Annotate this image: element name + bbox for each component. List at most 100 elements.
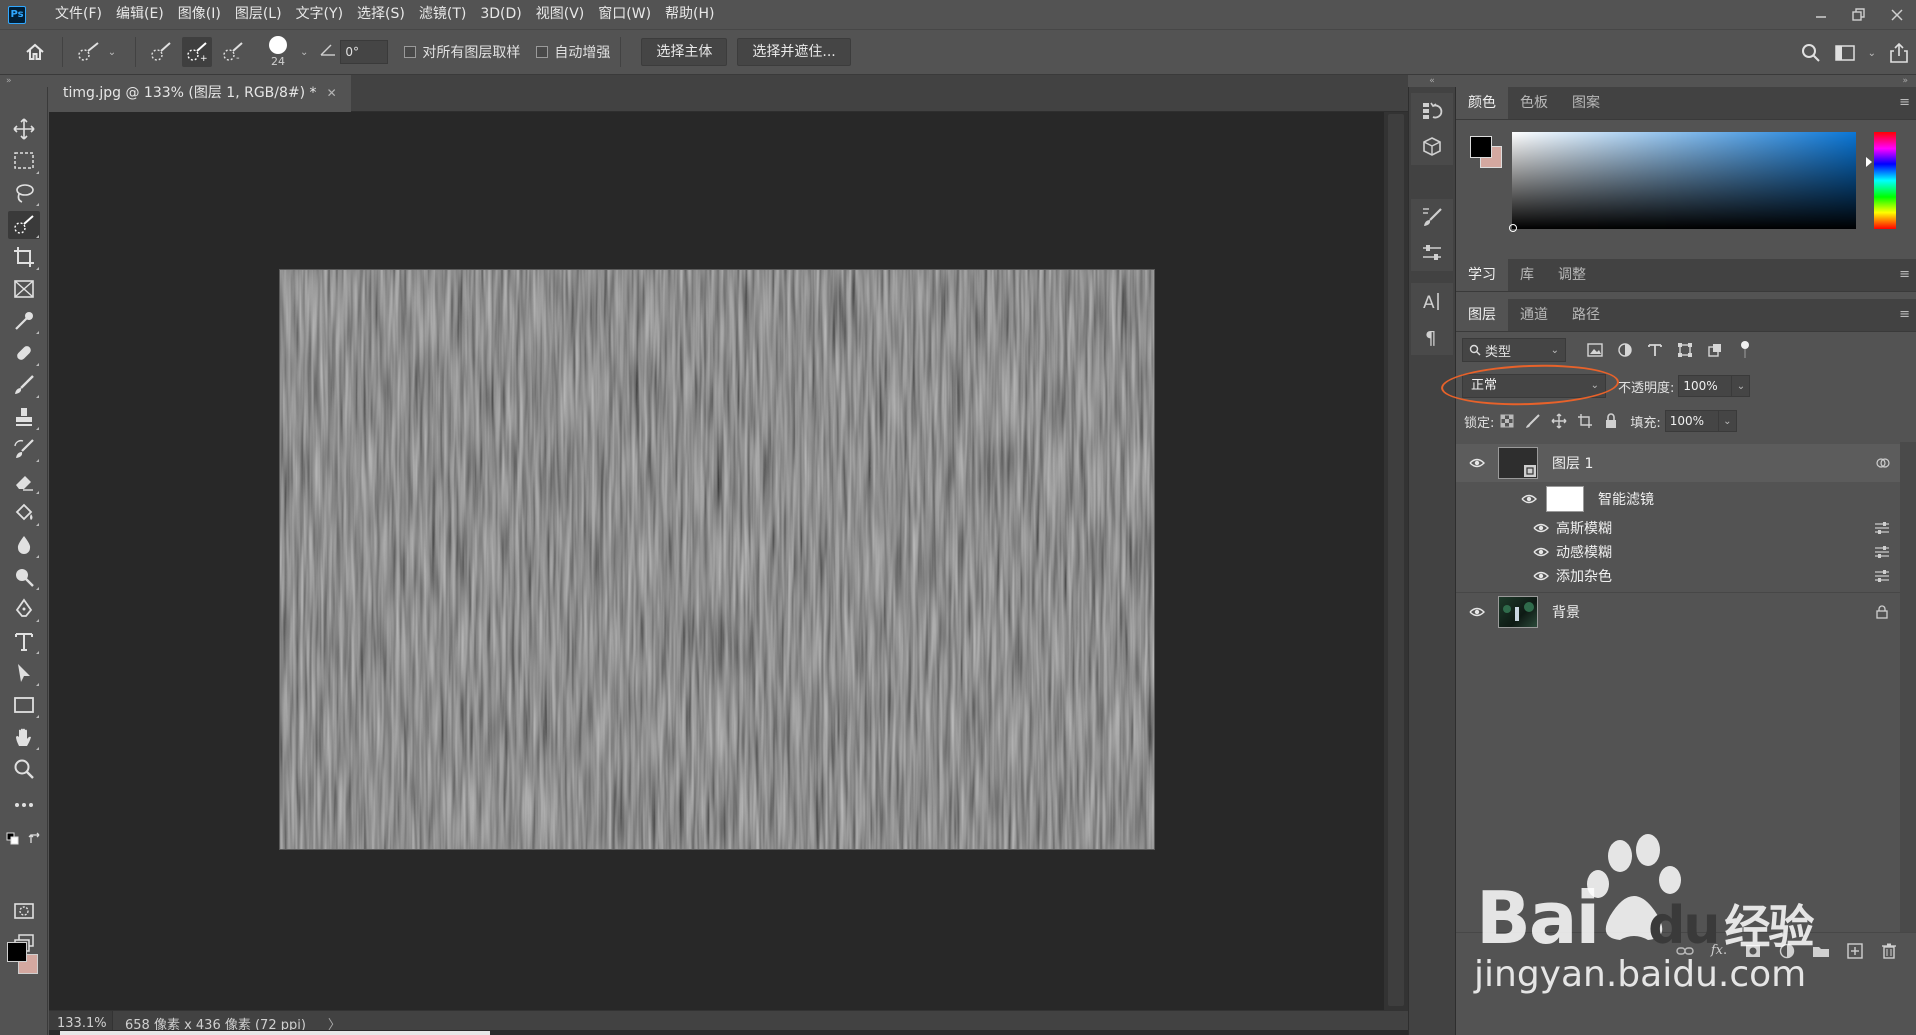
eyedropper-tool-button[interactable] — [8, 307, 40, 335]
menu-filter[interactable]: 滤镜(T) — [412, 0, 473, 29]
lasso-tool-button[interactable] — [8, 179, 40, 207]
document-tab[interactable]: timg.jpg @ 133% (图层 1, RGB/8#) * ✕ — [49, 75, 351, 112]
tab-color[interactable]: 颜色 — [1456, 87, 1508, 119]
document-canvas[interactable] — [49, 112, 1384, 1010]
add-mask-icon[interactable] — [1736, 939, 1770, 963]
pen-tool-button[interactable] — [8, 595, 40, 623]
chevron-down-icon[interactable]: ⌄ — [1718, 410, 1737, 432]
panel-menu-icon[interactable]: ≡ — [1899, 267, 1910, 282]
eye-icon[interactable] — [1514, 487, 1544, 511]
filter-row-gaussian-blur[interactable]: 高斯模糊 — [1456, 516, 1900, 540]
share-icon[interactable] — [1882, 36, 1916, 70]
blending-options-icon[interactable] — [1874, 546, 1890, 558]
lock-transparency-icon[interactable] — [1494, 409, 1520, 433]
paragraph-panel-icon[interactable]: ¶ — [1411, 319, 1453, 355]
filter-mask-thumbnail[interactable] — [1546, 486, 1584, 512]
filter-smart-object-icon[interactable] — [1700, 338, 1730, 362]
blur-tool-button[interactable] — [8, 531, 40, 559]
eye-icon[interactable] — [1462, 600, 1492, 624]
subtract-from-selection-brush-button[interactable]: - — [218, 37, 248, 67]
menu-select[interactable]: 选择(S) — [350, 0, 412, 29]
move-tool-button[interactable] — [8, 115, 40, 143]
auto-enhance-checkbox[interactable] — [536, 46, 549, 58]
add-to-selection-brush-button[interactable]: + — [182, 37, 212, 67]
lock-icon[interactable] — [1876, 605, 1888, 619]
menu-3d[interactable]: 3D(D) — [473, 0, 528, 29]
menu-help[interactable]: 帮助(H) — [658, 0, 721, 29]
lock-artboard-icon[interactable] — [1572, 409, 1598, 433]
sample-all-layers-checkbox[interactable] — [404, 46, 417, 58]
scrollbar-thumb[interactable] — [1388, 114, 1404, 1006]
brush-angle-input[interactable]: 0° — [340, 40, 389, 64]
new-group-icon[interactable] — [1804, 939, 1838, 963]
rain-texture-image[interactable] — [279, 269, 1155, 850]
hue-slider-arrow[interactable] — [1866, 157, 1872, 167]
crop-tool-button[interactable] — [8, 243, 40, 271]
opacity-input[interactable]: 100% — [1678, 375, 1733, 397]
healing-brush-tool-button[interactable] — [8, 339, 40, 367]
restore-icon[interactable] — [1840, 0, 1878, 29]
workspace-icon[interactable] — [1828, 36, 1862, 70]
eye-icon[interactable] — [1528, 516, 1554, 540]
smart-filters-row[interactable]: 智能滤镜 — [1456, 484, 1900, 514]
dodge-tool-button[interactable] — [8, 563, 40, 591]
toolbar-collapse-icon[interactable]: » — [0, 75, 48, 87]
paint-bucket-tool-button[interactable] — [8, 499, 40, 527]
menu-window[interactable]: 窗口(W) — [591, 0, 658, 29]
quick-mask-button[interactable] — [8, 897, 40, 925]
saturation-brightness-field[interactable] — [1509, 132, 1856, 232]
tab-learn[interactable]: 学习 — [1456, 259, 1508, 291]
layer-row-layer1[interactable]: 图层 1 — [1456, 444, 1900, 482]
stamp-tool-button[interactable] — [8, 403, 40, 431]
tab-paths[interactable]: 路径 — [1560, 299, 1612, 331]
select-subject-button[interactable]: 选择主体 — [641, 38, 728, 66]
history-brush-tool-button[interactable] — [8, 435, 40, 463]
eye-icon[interactable] — [1462, 451, 1492, 475]
type-tool-button[interactable] — [8, 627, 40, 655]
panel-menu-icon[interactable]: ≡ — [1899, 95, 1910, 110]
lock-position-icon[interactable] — [1546, 409, 1572, 433]
collapse-panels-icon[interactable]: « — [1408, 75, 1456, 87]
layers-scrollbar[interactable] — [1900, 442, 1916, 932]
zoom-tool-button[interactable] — [8, 755, 40, 783]
frame-tool-button[interactable] — [8, 275, 40, 303]
smart-filter-toggle-icon[interactable] — [1876, 456, 1890, 470]
swap-colors-button[interactable] — [26, 831, 44, 847]
layer-thumbnail[interactable] — [1498, 595, 1538, 628]
blending-options-icon[interactable] — [1874, 570, 1890, 582]
menu-view[interactable]: 视图(V) — [529, 0, 592, 29]
marquee-tool-button[interactable] — [8, 147, 40, 175]
eye-icon[interactable] — [1528, 564, 1554, 588]
vertical-scrollbar[interactable] — [1384, 112, 1408, 1010]
hand-tool-button[interactable] — [8, 723, 40, 751]
chevron-down-icon[interactable]: ⌄ — [300, 47, 308, 58]
panel-menu-icon[interactable]: ≡ — [1899, 307, 1910, 322]
adjustment-layer-icon[interactable] — [1770, 939, 1804, 963]
menu-type[interactable]: 文字(Y) — [289, 0, 350, 29]
layer-kind-filter[interactable]: 类型 ⌄ — [1462, 338, 1566, 362]
history-panel-icon[interactable] — [1411, 93, 1453, 129]
adjustments-sliders-icon[interactable] — [1411, 235, 1453, 271]
trash-icon[interactable] — [1872, 939, 1906, 963]
tab-libraries[interactable]: 库 — [1508, 259, 1546, 291]
close-icon[interactable] — [1878, 0, 1916, 29]
filter-row-motion-blur[interactable]: 动感模糊 — [1456, 540, 1900, 564]
menu-layer[interactable]: 图层(L) — [228, 0, 289, 29]
brush-size-picker[interactable]: 24 — [262, 36, 294, 68]
brush-tool-button[interactable] — [8, 371, 40, 399]
more-tools-button[interactable] — [8, 791, 40, 819]
brush-settings-panel-icon[interactable] — [1411, 199, 1453, 235]
filter-adjustment-icon[interactable] — [1610, 338, 1640, 362]
fx-icon[interactable]: fx. — [1702, 939, 1736, 963]
tab-patterns[interactable]: 图案 — [1560, 87, 1612, 119]
collapse-right-panels-icon[interactable]: » — [1456, 75, 1916, 87]
eye-icon[interactable] — [1528, 540, 1554, 564]
new-layer-icon[interactable] — [1838, 939, 1872, 963]
tool-preset-picker[interactable]: ⌄ — [73, 35, 125, 69]
close-tab-icon[interactable]: ✕ — [327, 75, 337, 112]
filter-type-icon[interactable] — [1640, 338, 1670, 362]
lock-image-pixels-icon[interactable] — [1520, 409, 1546, 433]
tab-channels[interactable]: 通道 — [1508, 299, 1560, 331]
blending-options-icon[interactable] — [1874, 522, 1890, 534]
chevron-down-icon[interactable]: ⌄ — [1732, 375, 1751, 397]
